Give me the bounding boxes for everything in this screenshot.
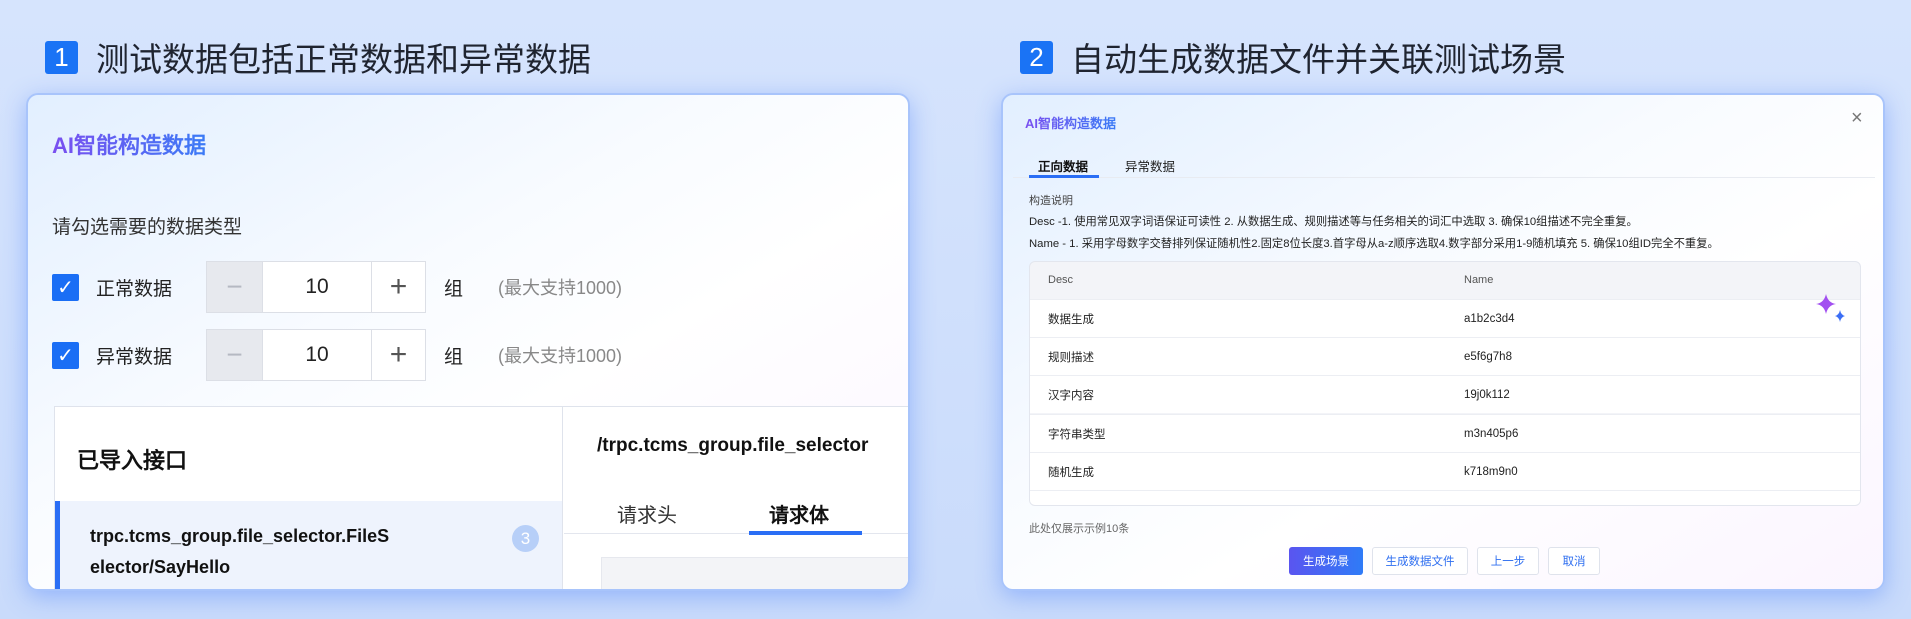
max-hint: (最大支持1000) bbox=[498, 346, 623, 366]
increment-button[interactable]: + bbox=[372, 330, 425, 380]
name-cell: a1b2c3d4 bbox=[1464, 312, 1515, 325]
table-row: 规则描述 e5f6g7h8 bbox=[1030, 337, 1860, 375]
dialog-title: AI智能构造数据 bbox=[1025, 113, 1116, 132]
step-1-heading: 1 测试数据包括正常数据和异常数据 bbox=[45, 33, 591, 81]
normal-data-checkbox[interactable]: ✓ bbox=[52, 273, 79, 301]
normal-count-input[interactable]: 10 bbox=[262, 262, 372, 312]
desc-cell: 规则描述 bbox=[1048, 351, 1094, 364]
desc-cell: 汉字内容 bbox=[1048, 389, 1094, 402]
column-header-desc: Desc bbox=[1048, 274, 1074, 286]
unit-label: 组 bbox=[444, 278, 464, 300]
generate-data-file-button[interactable]: 生成数据文件 bbox=[1372, 547, 1468, 575]
section-label: 构造说明 bbox=[1029, 195, 1073, 207]
previous-step-button[interactable]: 上一步 bbox=[1477, 547, 1539, 575]
sparkle-icon bbox=[1816, 294, 1845, 322]
name-cell: 19j0k112 bbox=[1464, 388, 1510, 401]
step-number-badge: 1 bbox=[45, 40, 78, 74]
data-table: Desc Name 数据生成 a1b2c3d4 规则描述 e5f6g7h8 汉字内容… bbox=[1029, 261, 1861, 506]
table-row-partial bbox=[1030, 490, 1860, 505]
table-row: 随机生成 k718m9n0 bbox=[1030, 452, 1860, 490]
table-row: 字符串类型 m3n405p6 bbox=[1030, 414, 1860, 452]
close-icon[interactable]: × bbox=[1851, 107, 1863, 130]
ai-data-dialog-left: AI智能构造数据 请勾选需要的数据类型 ✓ 正常数据 − 10 + 组 (最大支… bbox=[26, 93, 910, 591]
increment-button[interactable]: + bbox=[372, 262, 425, 312]
table-row: 数据生成 a1b2c3d4 bbox=[1030, 294, 1860, 337]
step-number-badge: 2 bbox=[1020, 40, 1053, 74]
step-title: 测试数据包括正常数据和异常数据 bbox=[96, 41, 591, 78]
interface-panel: 已导入接口 trpc.tcms_group.file_selector.File… bbox=[54, 406, 908, 589]
imported-interfaces-title: 已导入接口 bbox=[77, 448, 188, 473]
active-tab-indicator bbox=[749, 531, 862, 535]
active-tab-indicator bbox=[1029, 175, 1099, 178]
abnormal-data-stepper: − 10 + bbox=[206, 329, 426, 381]
sample-note: 此处仅展示示例10条 bbox=[1029, 523, 1130, 535]
dialog-title: AI智能构造数据 bbox=[52, 128, 206, 160]
abnormal-data-checkbox[interactable]: ✓ bbox=[52, 341, 79, 369]
decrement-button[interactable]: − bbox=[207, 262, 262, 312]
interface-name-line2: elector/SayHello bbox=[90, 557, 231, 577]
name-cell: e5f6g7h8 bbox=[1464, 350, 1512, 363]
desc-cell: 随机生成 bbox=[1048, 466, 1094, 479]
column-header-name: Name bbox=[1464, 274, 1494, 286]
interface-name-line1: trpc.tcms_group.file_selector.FileS bbox=[90, 526, 390, 546]
step-2-heading: 2 自动生成数据文件并关联测试场景 bbox=[1020, 33, 1566, 81]
data-type-prompt: 请勾选需要的数据类型 bbox=[52, 217, 243, 238]
unit-label: 组 bbox=[444, 346, 464, 368]
desc-cell: 字符串类型 bbox=[1048, 428, 1106, 441]
abnormal-data-label: 异常数据 bbox=[96, 346, 173, 368]
max-hint: (最大支持1000) bbox=[498, 278, 623, 298]
tab-request-header[interactable]: 请求头 bbox=[617, 499, 677, 528]
normal-data-row: ✓ 正常数据 − 10 + 组 (最大支持1000) bbox=[52, 261, 622, 313]
step-title: 自动生成数据文件并关联测试场景 bbox=[1071, 41, 1566, 78]
cancel-button[interactable]: 取消 bbox=[1548, 547, 1600, 575]
tab-request-body[interactable]: 请求体 bbox=[769, 499, 829, 528]
generate-scenario-button[interactable]: 生成场景 bbox=[1289, 547, 1363, 575]
name-rule: Name - 1. 采用字母数字交替排列保证随机性2.固定8位长度3.首字母从a… bbox=[1029, 238, 1719, 250]
interface-path: /trpc.tcms_group.file_selector bbox=[597, 435, 869, 456]
tab-positive-data[interactable]: 正向数据 bbox=[1038, 156, 1088, 175]
normal-data-stepper: − 10 + bbox=[206, 261, 426, 313]
name-cell: k718m9n0 bbox=[1464, 465, 1518, 478]
desc-rule: Desc -1. 使用常见双字词语保证可读性 2. 从数据生成、规则描述等与任务… bbox=[1029, 216, 1638, 228]
abnormal-data-row: ✓ 异常数据 − 10 + 组 (最大支持1000) bbox=[52, 329, 622, 381]
desc-cell: 数据生成 bbox=[1048, 313, 1094, 326]
body-editor[interactable] bbox=[601, 557, 908, 589]
ai-data-dialog-right: AI智能构造数据 × 正向数据 异常数据 构造说明 Desc -1. 使用常见双… bbox=[1001, 93, 1885, 591]
tab-abnormal-data[interactable]: 异常数据 bbox=[1125, 156, 1175, 175]
abnormal-count-input[interactable]: 10 bbox=[262, 330, 372, 380]
interface-item-selected[interactable]: trpc.tcms_group.file_selector.FileS elec… bbox=[55, 501, 562, 589]
normal-data-label: 正常数据 bbox=[96, 278, 173, 300]
table-row: 汉字内容 19j0k112 bbox=[1030, 375, 1860, 413]
name-cell: m3n405p6 bbox=[1464, 427, 1519, 440]
interface-count-badge: 3 bbox=[512, 525, 539, 552]
decrement-button[interactable]: − bbox=[207, 330, 262, 380]
interface-list: 已导入接口 trpc.tcms_group.file_selector.File… bbox=[55, 407, 563, 589]
